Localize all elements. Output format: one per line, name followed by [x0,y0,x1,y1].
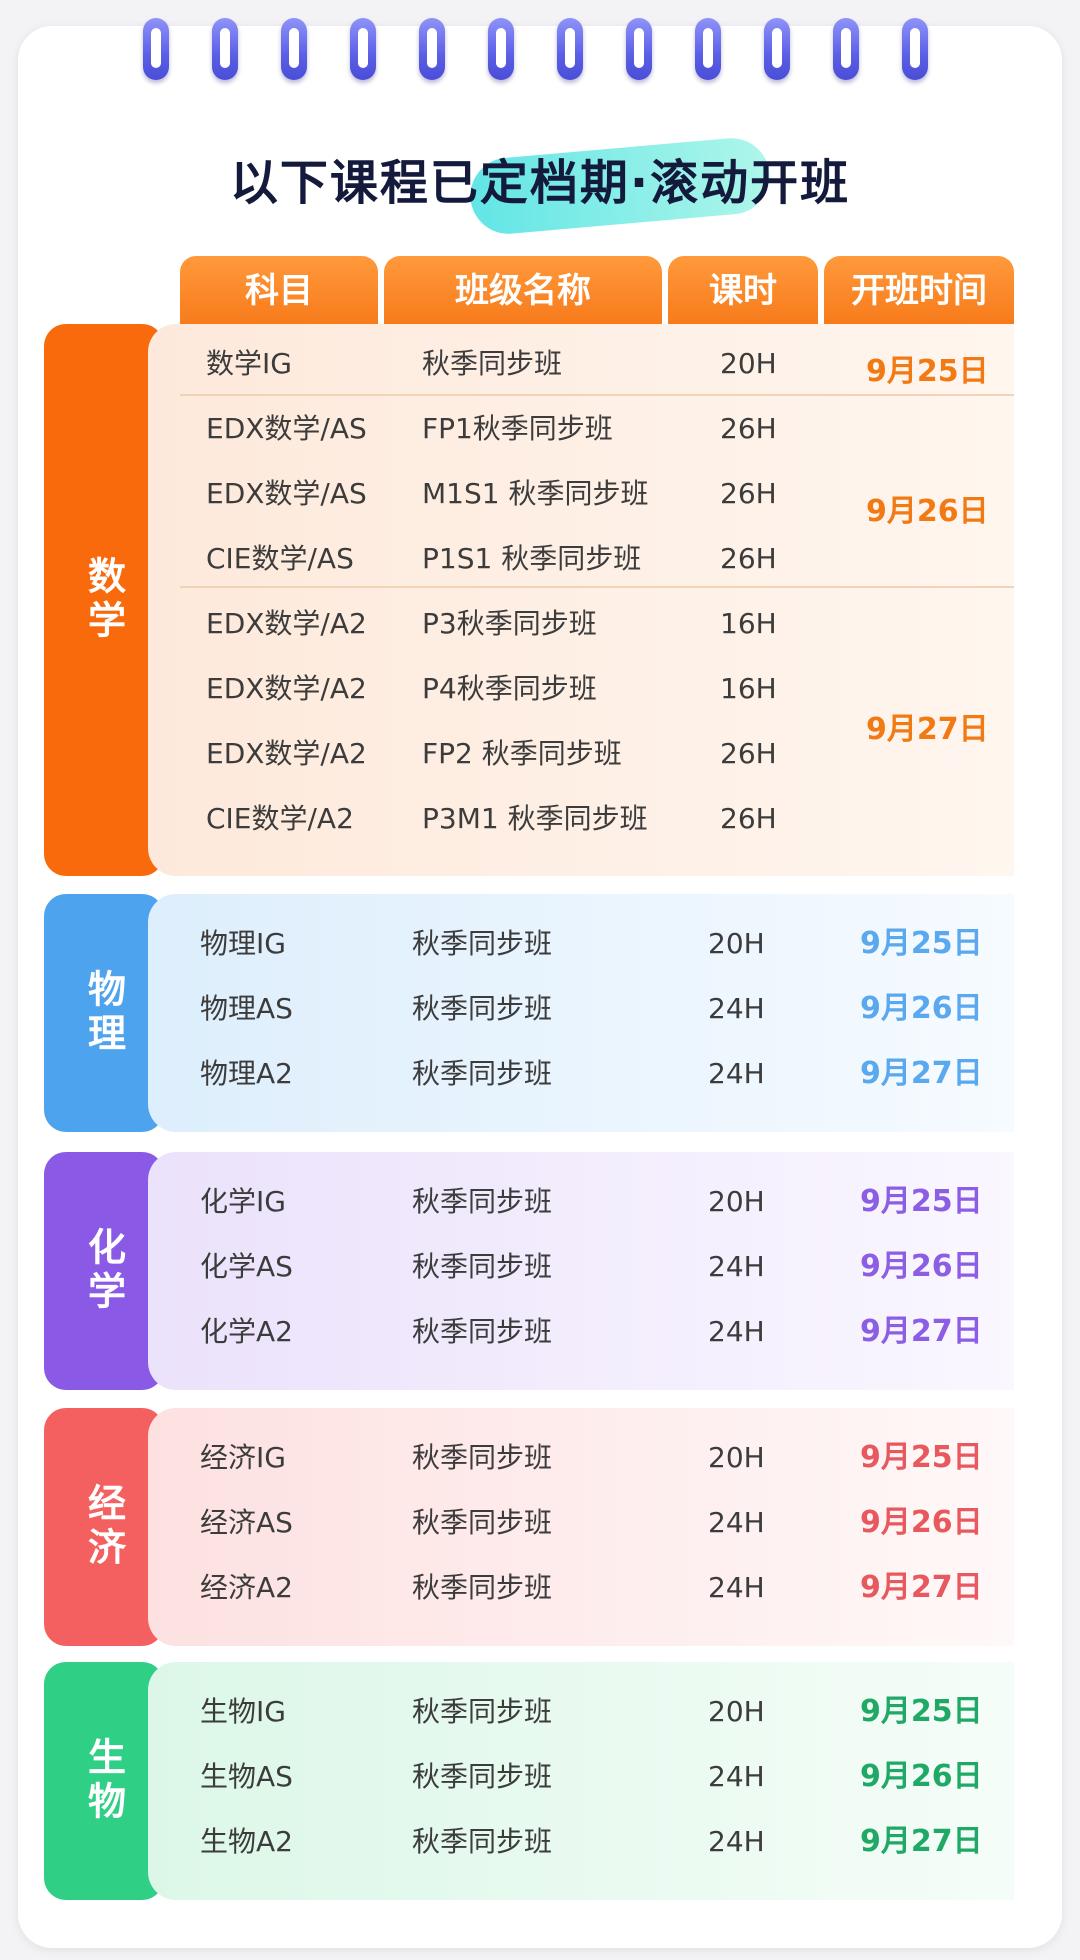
table-row: 经济AS 秋季同步班 24H 9月26日 [200,1505,983,1540]
binder-ring-icon [764,18,790,80]
table-row: 生物IG 秋季同步班 20H 9月25日 [200,1694,983,1729]
economics-group: 经济 经济IG 秋季同步班 20H 9月25日 经济AS 秋季同步班 24H 9… [44,1408,1014,1646]
binder-ring-icon [488,18,514,80]
row-divider [180,586,1014,588]
binder-ring-icon [557,18,583,80]
start-date: 9月25日 [866,354,989,389]
row-divider [180,394,1014,396]
table-row: 生物A2 秋季同步班 24H 9月27日 [200,1824,983,1859]
binder-ring-icon [626,18,652,80]
header-hours: 课时 [668,256,818,326]
binder-ring-icon [212,18,238,80]
table-row: 生物AS 秋季同步班 24H 9月26日 [200,1759,983,1794]
table-row: 化学IG 秋季同步班 20H 9月25日 [200,1184,983,1219]
table-row: EDX数学/AS FP1秋季同步班 26H [206,412,777,445]
page-title: 以下课程已定档期·滚动开班 [229,155,851,211]
physics-group: 物理 物理IG 秋季同步班 20H 9月25日 物理AS 秋季同步班 24H 9… [44,894,1014,1132]
binder-ring-icon [350,18,376,80]
binder-ring-icon [695,18,721,80]
math-group: 数学 数学IG 秋季同步班 20H EDX数学/AS FP1秋季同步班 26H … [44,324,1014,876]
table-row: CIE数学/AS P1S1 秋季同步班 26H [206,542,777,575]
binder-ring-icon [143,18,169,80]
table-row: 物理AS 秋季同步班 24H 9月26日 [200,991,983,1026]
binder-ring-icon [902,18,928,80]
start-date: 9月26日 [866,494,989,529]
table-row: EDX数学/A2 P3秋季同步班 16H [206,607,777,640]
binder-ring-icon [419,18,445,80]
biology-group: 生物 生物IG 秋季同步班 20H 9月25日 生物AS 秋季同步班 24H 9… [44,1662,1014,1900]
binder-ring-icon [833,18,859,80]
table-row: 经济A2 秋季同步班 24H 9月27日 [200,1570,983,1605]
table-row: 物理IG 秋季同步班 20H 9月25日 [200,926,983,961]
header-subject: 科目 [180,256,378,326]
header-start-date: 开班时间 [824,256,1014,326]
binder-ring-icon [281,18,307,80]
title-area: 以下课程已定档期·滚动开班 [0,135,1080,237]
binder-rings [0,0,1080,90]
chemistry-group: 化学 化学IG 秋季同步班 20H 9月25日 化学AS 秋季同步班 24H 9… [44,1152,1014,1390]
table-row: 物理A2 秋季同步班 24H 9月27日 [200,1056,983,1091]
header-class-name: 班级名称 [384,256,662,326]
table-row: CIE数学/A2 P3M1 秋季同步班 26H [206,802,777,835]
table-row: 化学A2 秋季同步班 24H 9月27日 [200,1314,983,1349]
table-row: 经济IG 秋季同步班 20H 9月25日 [200,1440,983,1475]
table-row: 化学AS 秋季同步班 24H 9月26日 [200,1249,983,1284]
start-date: 9月27日 [866,712,989,747]
